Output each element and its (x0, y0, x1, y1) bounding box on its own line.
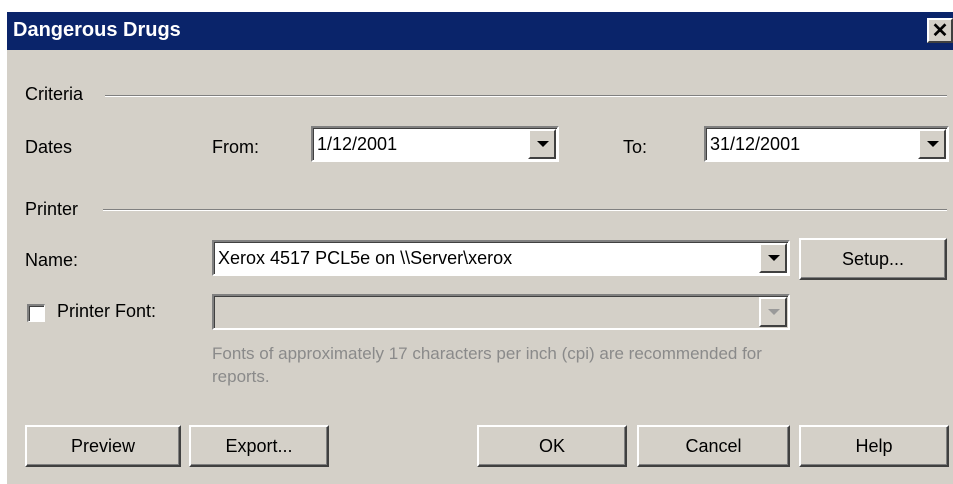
preview-button[interactable]: Preview (25, 425, 181, 467)
printer-font-hint: Fonts of approximately 17 characters per… (212, 344, 762, 386)
cancel-button-label: Cancel (685, 435, 742, 456)
dialog-title: Dangerous Drugs (13, 19, 181, 41)
ok-button-label: OK (538, 435, 565, 456)
printer-font-dropdown-button (759, 297, 787, 327)
printer-divider (103, 209, 947, 211)
setup-button[interactable]: Setup... (799, 238, 947, 280)
ok-button[interactable]: OK (477, 425, 627, 467)
to-date-combo[interactable]: 31/12/2001 (704, 126, 949, 162)
dangerous-drugs-dialog: Dangerous Drugs ✕ Criteria Dates From: 1… (7, 12, 953, 484)
title-bar[interactable]: Dangerous Drugs ✕ (7, 12, 953, 50)
printer-group-label: Printer (25, 199, 79, 219)
to-label: To: (623, 137, 648, 157)
export-button[interactable]: Export... (189, 425, 329, 467)
printer-font-label[interactable]: Printer Font: (57, 301, 156, 322)
printer-font-combo (212, 294, 790, 330)
to-date-value: 31/12/2001 (710, 134, 801, 154)
help-button[interactable]: Help (799, 425, 949, 467)
from-date-combo[interactable]: 1/12/2001 (311, 126, 559, 162)
from-date-dropdown-button[interactable] (528, 129, 556, 159)
to-date-dropdown-button[interactable] (918, 129, 946, 159)
export-button-label: Export... (225, 435, 293, 456)
cancel-button[interactable]: Cancel (637, 425, 790, 467)
criteria-divider (105, 95, 947, 97)
help-button-label: Help (855, 435, 893, 456)
close-button[interactable]: ✕ (927, 18, 953, 43)
printer-name-combo[interactable]: Xerox 4517 PCL5e on \\Server\xerox (212, 240, 790, 276)
from-date-value: 1/12/2001 (317, 134, 398, 154)
printer-name-label: Name: (25, 250, 79, 270)
from-label: From: (212, 137, 259, 157)
preview-button-label: Preview (70, 435, 136, 456)
printer-name-dropdown-button[interactable] (759, 243, 787, 273)
criteria-group-label: Criteria (25, 84, 84, 104)
dates-label: Dates (25, 137, 73, 157)
printer-name-value: Xerox 4517 PCL5e on \\Server\xerox (218, 248, 513, 268)
printer-font-checkbox[interactable] (27, 304, 45, 322)
close-icon: ✕ (931, 19, 949, 42)
setup-button-label: Setup... (841, 248, 905, 269)
